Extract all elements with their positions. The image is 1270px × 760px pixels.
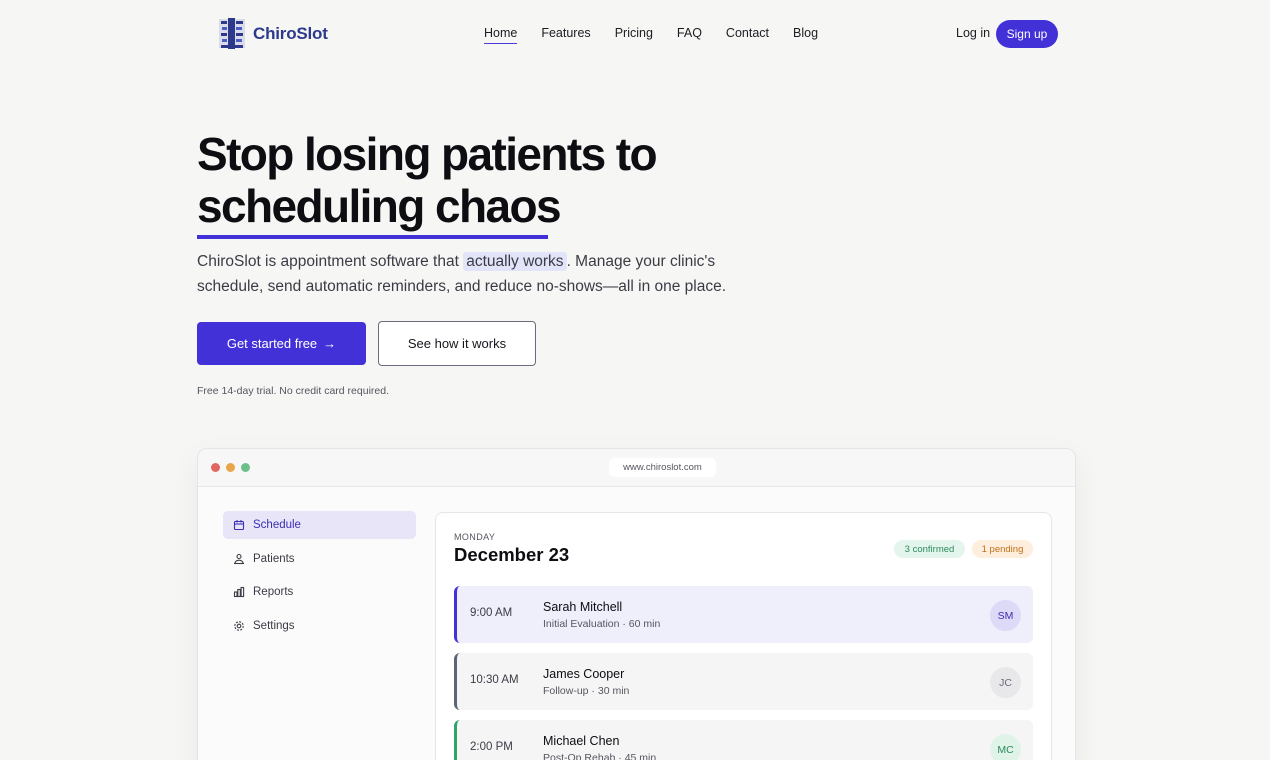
- hero-title-line2-wrap: scheduling chaos: [197, 180, 562, 239]
- sidebar-item-settings[interactable]: Settings: [223, 612, 416, 640]
- get-started-button[interactable]: Get started free →: [197, 322, 366, 365]
- maximize-dot-icon: [241, 463, 250, 472]
- sidebar-item-label: Patients: [253, 552, 295, 565]
- sidebar-item-label: Settings: [253, 619, 295, 632]
- avatar: MC: [990, 734, 1021, 760]
- logo-mark-icon: [219, 18, 245, 49]
- hero-subtitle-pre: ChiroSlot is appointment software that: [197, 253, 464, 270]
- appointment-desc: Follow-up · 30 min: [543, 685, 630, 697]
- url-bar: www.chiroslot.com: [609, 458, 716, 477]
- confirmed-badge: 3 confirmed: [894, 540, 965, 558]
- sidebar-item-schedule[interactable]: Schedule: [223, 511, 416, 539]
- brand-logo[interactable]: ChiroSlot: [217, 17, 328, 50]
- calendar-icon: [233, 520, 245, 531]
- day-label: MONDAY: [454, 532, 496, 542]
- appointment-time: 9:00 AM: [470, 607, 513, 619]
- window-titlebar: www.chiroslot.com: [198, 449, 1075, 487]
- sidebar-item-patients[interactable]: Patients: [223, 545, 416, 573]
- nav-link-features[interactable]: Features: [541, 26, 590, 44]
- sidebar-item-label: Schedule: [253, 519, 301, 531]
- app-sidebar: Schedule Patients Reports Settings: [223, 511, 416, 645]
- bar-chart-icon: [233, 586, 245, 598]
- app-preview-window: www.chiroslot.com Schedule Patients Repo…: [197, 448, 1076, 760]
- hero-subtitle-highlight: actually works: [463, 252, 567, 271]
- top-nav: ChiroSlot Home Features Pricing FAQ Cont…: [0, 0, 1270, 68]
- hero-title-line2: scheduling chaos: [197, 180, 562, 232]
- schedule-date: December 23: [454, 544, 570, 565]
- sidebar-item-label: Reports: [253, 586, 294, 598]
- nav-link-blog[interactable]: Blog: [793, 26, 818, 44]
- login-link[interactable]: Log in: [956, 26, 990, 40]
- hero-title-line1: Stop losing patients to: [197, 128, 658, 180]
- arrow-right-icon: →: [323, 336, 337, 351]
- nav-link-pricing[interactable]: Pricing: [615, 26, 653, 44]
- appointment-desc: Initial Evaluation · 60 min: [543, 618, 661, 630]
- nav-link-home[interactable]: Home: [484, 26, 518, 44]
- avatar: SM: [990, 600, 1021, 631]
- hero-title: Stop losing patients to scheduling chaos: [197, 128, 658, 239]
- minimize-dot-icon: [226, 463, 235, 472]
- patient-name: James Cooper: [543, 667, 625, 681]
- gear-icon: [234, 620, 244, 631]
- schedule-panel: MONDAY December 23 3 confirmed 1 pending…: [435, 512, 1052, 760]
- title-underline: [197, 235, 548, 239]
- appointment-card[interactable]: 10:30 AM James Cooper Follow-up · 30 min…: [454, 653, 1033, 710]
- signup-button[interactable]: Sign up: [996, 20, 1058, 48]
- appointment-card[interactable]: 2:00 PM Michael Chen Post-Op Rehab · 45 …: [454, 720, 1033, 760]
- appointment-card[interactable]: 9:00 AM Sarah Mitchell Initial Evaluatio…: [454, 586, 1033, 643]
- avatar: JC: [990, 667, 1021, 698]
- get-started-label: Get started free: [226, 336, 318, 351]
- see-how-button[interactable]: See how it works: [378, 321, 536, 366]
- patient-name: Michael Chen: [543, 734, 620, 748]
- appointment-desc: Post-Op Rehab · 45 min: [543, 752, 657, 760]
- users-icon: [234, 553, 244, 564]
- pending-badge: 1 pending: [972, 540, 1033, 558]
- appointment-time: 10:30 AM: [470, 674, 519, 686]
- sidebar-item-reports[interactable]: Reports: [223, 578, 416, 606]
- nav-links: Home Features Pricing FAQ Contact Blog: [484, 26, 818, 44]
- close-dot-icon: [211, 463, 220, 472]
- patient-name: Sarah Mitchell: [543, 600, 623, 614]
- appointment-time: 2:00 PM: [470, 741, 513, 753]
- trial-note: Free 14-day trial. No credit card requir…: [197, 385, 389, 397]
- nav-link-faq[interactable]: FAQ: [677, 26, 702, 44]
- nav-link-contact[interactable]: Contact: [726, 26, 769, 44]
- brand-name: ChiroSlot: [253, 23, 328, 43]
- hero-subtitle: ChiroSlot is appointment software that a…: [197, 249, 737, 299]
